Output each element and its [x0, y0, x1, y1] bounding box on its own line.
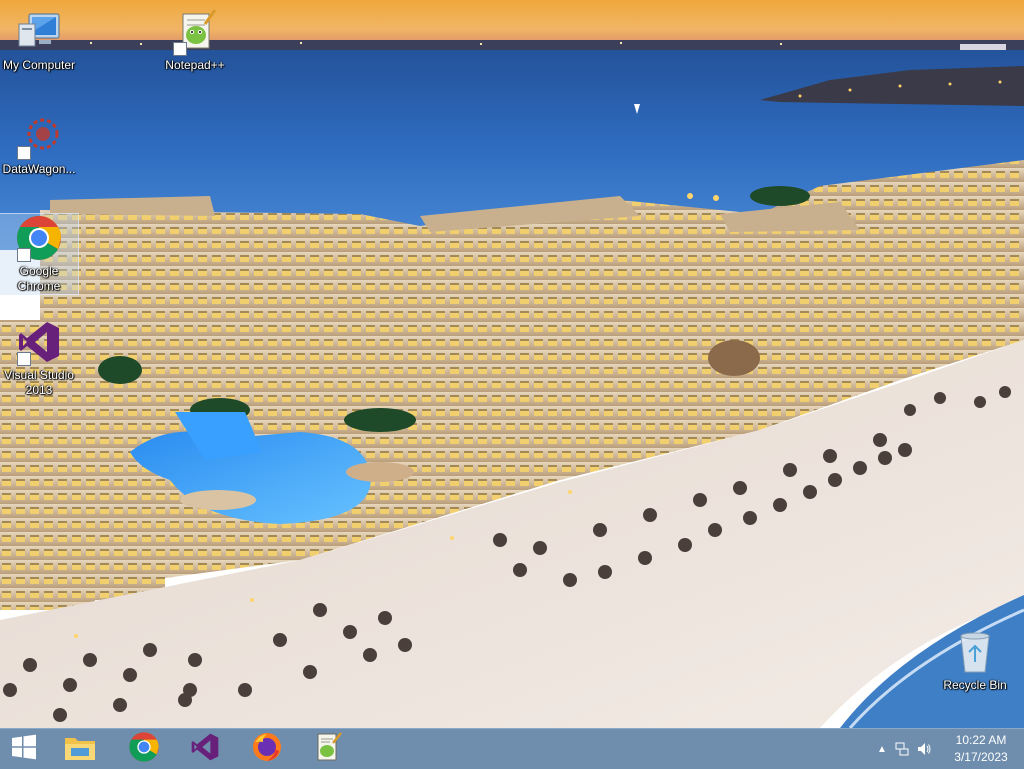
volume-icon[interactable] — [916, 741, 932, 757]
google-chrome-icon — [128, 731, 160, 768]
desktop-icon-label: Google Chrome — [17, 264, 61, 293]
taskbar-visual-studio[interactable] — [181, 729, 229, 769]
taskbar-clock[interactable]: 10:22 AM 3/17/2023 — [946, 732, 1016, 766]
computer-icon — [15, 8, 63, 56]
desktop-icon-label: Visual Studio 2013 — [4, 368, 74, 397]
windows-logo-icon — [11, 734, 37, 765]
desktop-icon-label: DataWagon... — [2, 162, 76, 176]
desktop-icon-label: Notepad++ — [165, 58, 225, 72]
google-chrome-icon — [15, 214, 63, 262]
notepad-plus-plus-icon — [171, 8, 219, 56]
folder-icon — [63, 732, 97, 767]
visual-studio-icon — [15, 318, 63, 366]
desktop-icon-my-computer[interactable]: My Computer — [0, 8, 78, 73]
start-button[interactable] — [0, 729, 48, 769]
desktop-icon-label: My Computer — [2, 58, 76, 72]
network-icon[interactable] — [894, 741, 910, 757]
taskbar: ▲ 10:22 AM 3/17/2023 — [0, 728, 1024, 769]
visual-studio-icon — [189, 731, 221, 768]
datawagon-icon — [15, 112, 63, 160]
desktop-wallpaper — [0, 0, 1024, 768]
clock-time: 10:22 AM — [955, 733, 1007, 747]
desktop-icon-datawagon[interactable]: DataWagon... — [0, 112, 78, 177]
taskbar-notepad-plus-plus[interactable] — [304, 729, 352, 769]
desktop-icon-visual-studio[interactable]: Visual Studio 2013 — [0, 318, 78, 398]
desktop-icon-google-chrome[interactable]: Google Chrome — [0, 213, 79, 295]
taskbar-firefox[interactable] — [243, 729, 291, 769]
shortcut-arrow-icon — [173, 42, 187, 56]
desktop-icon-notepad-plus-plus[interactable]: Notepad++ — [156, 8, 234, 73]
shortcut-arrow-icon — [17, 248, 31, 262]
desktop-icon-label: Recycle Bin — [943, 678, 1007, 692]
clock-date: 3/17/2023 — [954, 750, 1008, 764]
shortcut-arrow-icon — [17, 352, 31, 366]
notepad-plus-plus-icon — [312, 731, 344, 768]
shortcut-arrow-icon — [17, 146, 31, 160]
recycle-bin-icon — [951, 628, 999, 676]
desktop-icon-recycle-bin[interactable]: Recycle Bin — [936, 628, 1014, 693]
firefox-icon — [251, 731, 283, 768]
show-hidden-icons-chevron-icon[interactable]: ▲ — [874, 741, 890, 757]
taskbar-google-chrome[interactable] — [120, 729, 168, 769]
system-tray: ▲ 10:22 AM 3/17/2023 — [864, 729, 1024, 769]
taskbar-file-explorer[interactable] — [56, 729, 104, 769]
